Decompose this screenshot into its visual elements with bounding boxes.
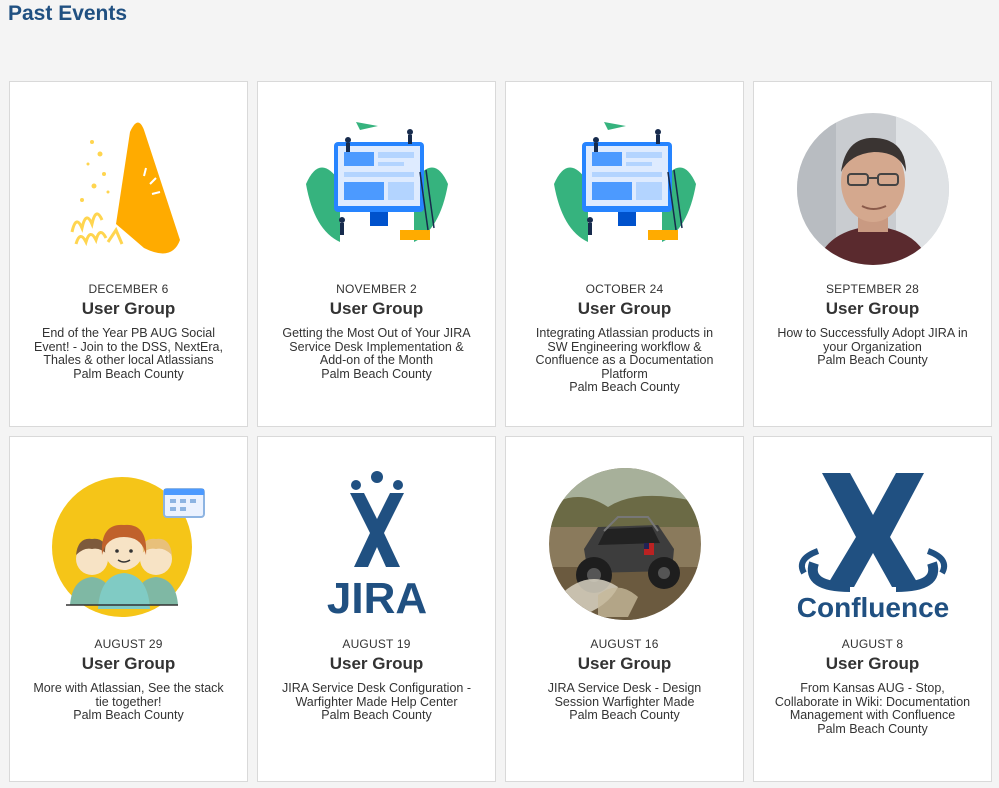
event-location: Palm Beach County [321, 708, 432, 723]
event-location: Palm Beach County [817, 353, 928, 368]
event-title[interactable]: End of the Year PB AUG Social Event! - J… [10, 326, 247, 368]
event-location: Palm Beach County [73, 366, 184, 381]
event-date: SEPTEMBER 28 [825, 282, 920, 296]
event-location: Palm Beach County [569, 708, 680, 723]
event-type: User Group [329, 299, 424, 318]
event-card[interactable]: Confluence AUGUST 8 User Group From Kans… [753, 436, 992, 782]
event-location: Palm Beach County [73, 708, 184, 723]
event-title[interactable]: More with Atlassian, See the stack tie t… [10, 681, 247, 709]
jira-logo: JIRA [300, 467, 454, 621]
event-location: Palm Beach County [321, 366, 432, 381]
event-title[interactable]: Getting the Most Out of Your JIRA Servic… [258, 326, 495, 368]
logo-text: JIRA [326, 574, 426, 621]
event-title[interactable]: How to Successfully Adopt JIRA in your O… [754, 326, 991, 354]
event-type: User Group [577, 299, 672, 318]
event-type: User Group [825, 654, 920, 673]
event-card[interactable]: OCTOBER 24 User Group Integrating Atlass… [505, 81, 744, 427]
event-title[interactable]: JIRA Service Desk - Design Session Warfi… [506, 681, 743, 709]
event-title[interactable]: From Kansas AUG - Stop, Collaborate in W… [754, 681, 991, 723]
event-location: Palm Beach County [569, 380, 680, 395]
event-date: AUGUST 19 [342, 637, 411, 651]
event-date: NOVEMBER 2 [336, 282, 417, 296]
event-card[interactable]: SEPTEMBER 28 User Group How to Successfu… [753, 81, 992, 427]
event-type: User Group [81, 299, 176, 318]
team-building-illustration [300, 112, 454, 266]
offroad-vehicle-photo [548, 467, 702, 621]
team-building-illustration [548, 112, 702, 266]
event-card[interactable]: NOVEMBER 2 User Group Getting the Most O… [257, 81, 496, 427]
event-card[interactable]: JIRA AUGUST 19 User Group JIRA Service D… [257, 436, 496, 782]
event-title[interactable]: JIRA Service Desk Configuration - Warfig… [258, 681, 495, 709]
logo-text: Confluence [796, 592, 948, 621]
events-grid: DECEMBER 6 User Group End of the Year PB… [9, 81, 992, 782]
event-date: AUGUST 16 [590, 637, 659, 651]
event-card[interactable]: AUGUST 29 User Group More with Atlassian… [9, 436, 248, 782]
event-title[interactable]: Integrating Atlassian products in SW Eng… [506, 326, 743, 381]
event-type: User Group [81, 654, 176, 673]
event-card[interactable]: AUGUST 16 User Group JIRA Service Desk -… [505, 436, 744, 782]
event-date: AUGUST 29 [94, 637, 163, 651]
page-title: Past Events [8, 2, 128, 25]
celebration-illustration [52, 112, 206, 266]
speaker-photo [796, 112, 950, 266]
event-type: User Group [329, 654, 424, 673]
confluence-logo: Confluence [796, 467, 950, 621]
support-team-illustration [51, 467, 206, 621]
event-card[interactable]: DECEMBER 6 User Group End of the Year PB… [9, 81, 248, 427]
event-type: User Group [825, 299, 920, 318]
event-location: Palm Beach County [817, 721, 928, 736]
event-date: AUGUST 8 [841, 637, 904, 651]
event-type: User Group [577, 654, 672, 673]
event-date: DECEMBER 6 [88, 282, 169, 296]
event-date: OCTOBER 24 [585, 282, 664, 296]
